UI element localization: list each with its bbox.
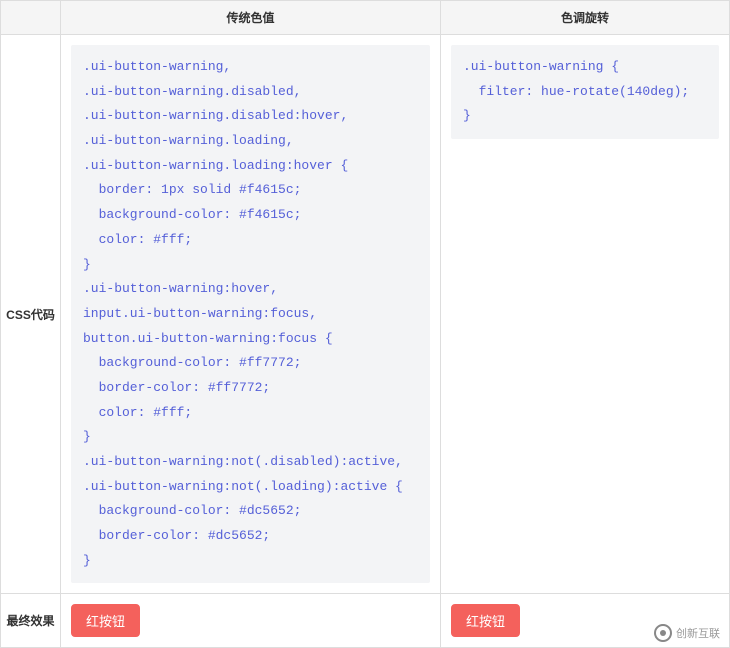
red-button-traditional[interactable]: 红按钮 bbox=[71, 604, 140, 637]
cell-code-traditional: .ui-button-warning, .ui-button-warning.d… bbox=[61, 35, 441, 594]
code-block-traditional: .ui-button-warning, .ui-button-warning.d… bbox=[71, 45, 430, 583]
red-button-hue-rotate[interactable]: 红按钮 bbox=[451, 604, 520, 637]
watermark-text: 创新互联 bbox=[676, 625, 720, 641]
comparison-table: 传统色值 色调旋转 CSS代码 .ui-button-warning, .ui-… bbox=[0, 0, 730, 648]
cell-result-traditional: 红按钮 bbox=[61, 594, 441, 648]
watermark-logo-icon bbox=[654, 624, 672, 642]
row-header-code: CSS代码 bbox=[1, 35, 61, 594]
row-header-result: 最终效果 bbox=[1, 594, 61, 648]
col-header-hue-rotate: 色调旋转 bbox=[441, 1, 730, 35]
watermark: 创新互联 bbox=[654, 624, 720, 642]
col-header-traditional: 传统色值 bbox=[61, 1, 441, 35]
code-block-hue-rotate: .ui-button-warning { filter: hue-rotate(… bbox=[451, 45, 719, 139]
cell-code-hue-rotate: .ui-button-warning { filter: hue-rotate(… bbox=[441, 35, 730, 594]
corner-header bbox=[1, 1, 61, 35]
